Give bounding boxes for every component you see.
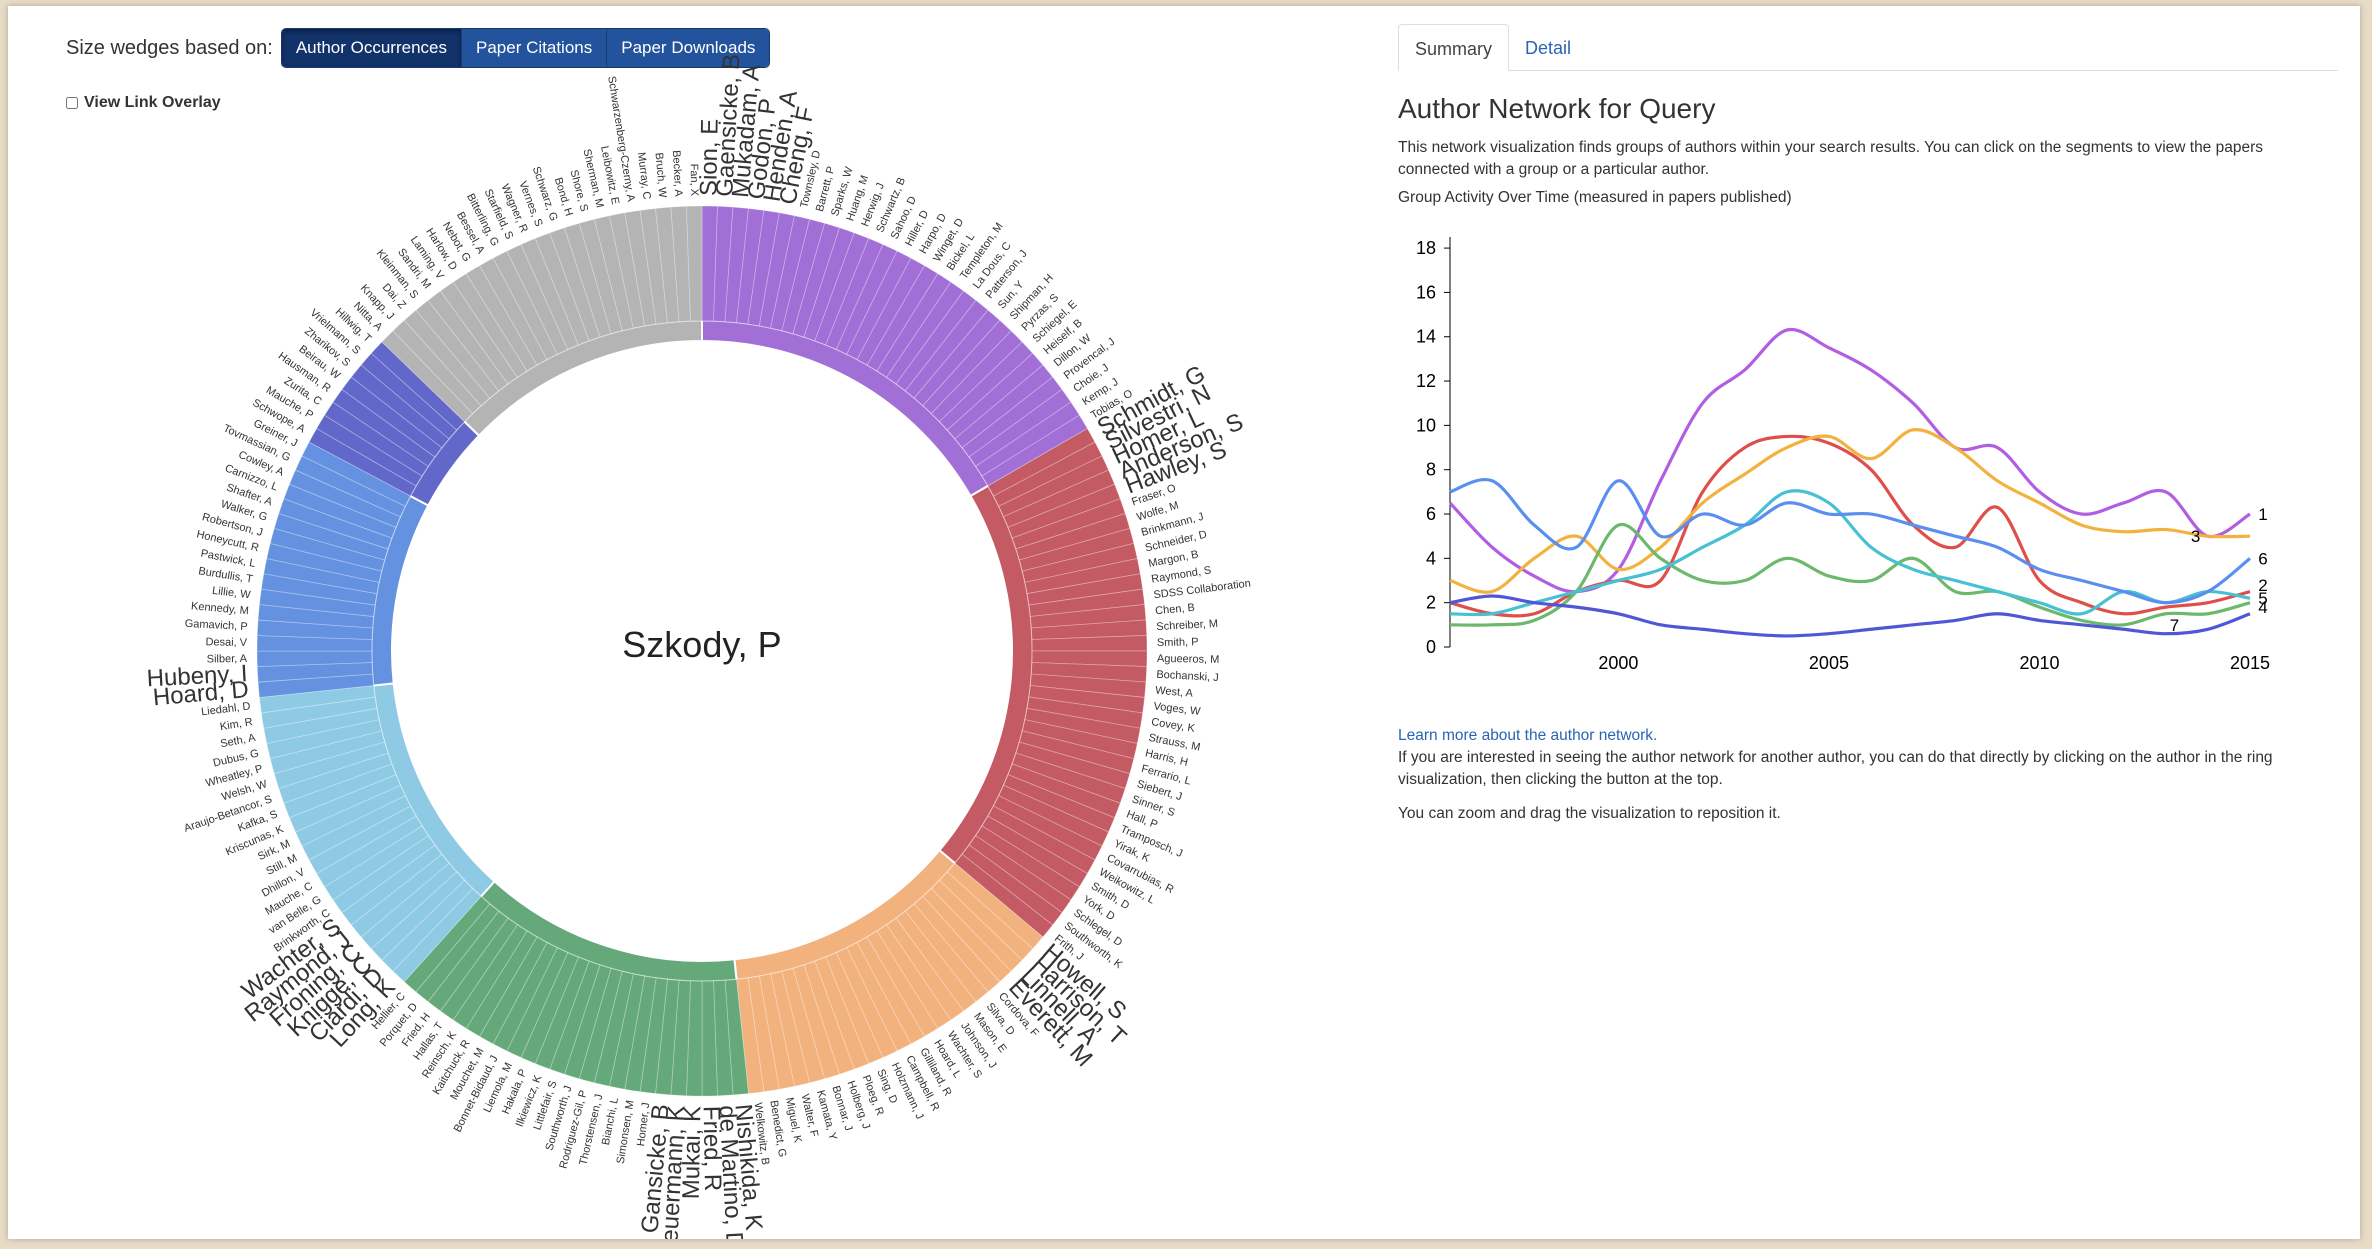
learn-more-link[interactable]: Learn more about the author network. <box>1398 727 2338 745</box>
series-line-4[interactable] <box>1449 522 2251 627</box>
series-line-6[interactable] <box>1449 477 2252 605</box>
x-tick-label: 2015 <box>2230 653 2270 673</box>
y-tick-label: 18 <box>1416 238 1436 258</box>
author-label[interactable]: Fan, X <box>688 164 701 197</box>
author-label[interactable]: Bruch, W <box>653 152 669 199</box>
series-line-1[interactable] <box>1448 327 2251 594</box>
x-tick-label: 2010 <box>2019 653 2059 673</box>
author-label[interactable]: Covey, K <box>1150 716 1196 735</box>
series-line-7[interactable] <box>1449 594 2251 638</box>
chart-end-labels: 1362547 <box>2170 505 2268 635</box>
author-label[interactable]: Desai, V <box>205 636 247 649</box>
author-label[interactable]: Kennedy, M <box>191 600 250 617</box>
author-label[interactable]: Burdullis, T <box>198 565 254 585</box>
series-end-label: 3 <box>2191 527 2200 546</box>
y-tick-label: 16 <box>1416 282 1436 302</box>
author-label[interactable]: West, A <box>1155 685 1194 700</box>
author-label[interactable]: Agueeros, M <box>1157 653 1220 666</box>
author-label[interactable]: Silber, A <box>207 653 248 666</box>
help-text-network: If you are interested in seeing the auth… <box>1398 749 2273 788</box>
panel-description: This network visualization finds groups … <box>1398 139 2264 178</box>
panel-title: Author Network for Query <box>1398 93 1716 124</box>
tab-detail[interactable]: Detail <box>1509 24 1587 70</box>
author-label[interactable]: Schreiber, M <box>1156 618 1218 633</box>
series-end-label: 7 <box>2170 616 2179 635</box>
y-tick-label: 8 <box>1426 460 1436 480</box>
series-end-label: 1 <box>2258 505 2267 524</box>
author-label[interactable]: Chen, B <box>1155 602 1196 617</box>
chart-axes: 0246810121416182000 2005 2010 2015 <box>1416 237 2270 673</box>
tab-summary[interactable]: Summary <box>1398 24 1510 71</box>
x-tick-label: 2000 <box>1598 653 1638 673</box>
y-tick-label: 14 <box>1416 327 1436 347</box>
author-label[interactable]: Murray, C <box>635 152 653 201</box>
group-activity-chart: 0246810121416182000 2005 2010 2015 1362547 <box>1416 237 2270 673</box>
x-tick-label: 2005 <box>1809 653 1849 673</box>
y-tick-label: 2 <box>1426 593 1436 613</box>
author-label[interactable]: Lillie, W <box>211 585 251 602</box>
y-tick-label: 10 <box>1416 415 1436 435</box>
y-tick-label: 6 <box>1426 504 1436 524</box>
author-label[interactable]: Seth, A <box>219 732 257 751</box>
y-tick-label: 0 <box>1426 637 1436 657</box>
chart-caption: Group Activity Over Time (measured in pa… <box>1398 189 1792 206</box>
y-tick-label: 4 <box>1426 548 1436 568</box>
y-tick-label: 12 <box>1416 371 1436 391</box>
author-label[interactable]: Kim, R <box>219 716 254 733</box>
center-author-label[interactable]: Szkody, P <box>622 624 781 665</box>
series-end-label: 6 <box>2258 549 2267 568</box>
help-text-zoom: You can zoom and drag the visualization … <box>1398 805 1781 822</box>
series-end-label: 4 <box>2258 598 2267 617</box>
app-frame: Size wedges based on: Author Occurrences… <box>8 6 2360 1239</box>
author-label[interactable]: Voges, W <box>1153 700 1202 718</box>
panel-tabs: Summary Detail <box>1398 24 2338 71</box>
author-label[interactable]: Becker, A <box>670 150 684 198</box>
info-panel: Summary Detail Author Network for Query … <box>1398 24 2338 825</box>
author-label[interactable]: Bochanski, J <box>1156 669 1219 684</box>
author-ring-chart[interactable]: Sion, EGaensicke, BMukadam, AGodon, PHen… <box>8 6 1388 1239</box>
author-label[interactable]: Gamavich, P <box>184 618 248 633</box>
chart-series <box>1448 327 2252 638</box>
author-label[interactable]: Smith, P <box>1157 636 1199 649</box>
